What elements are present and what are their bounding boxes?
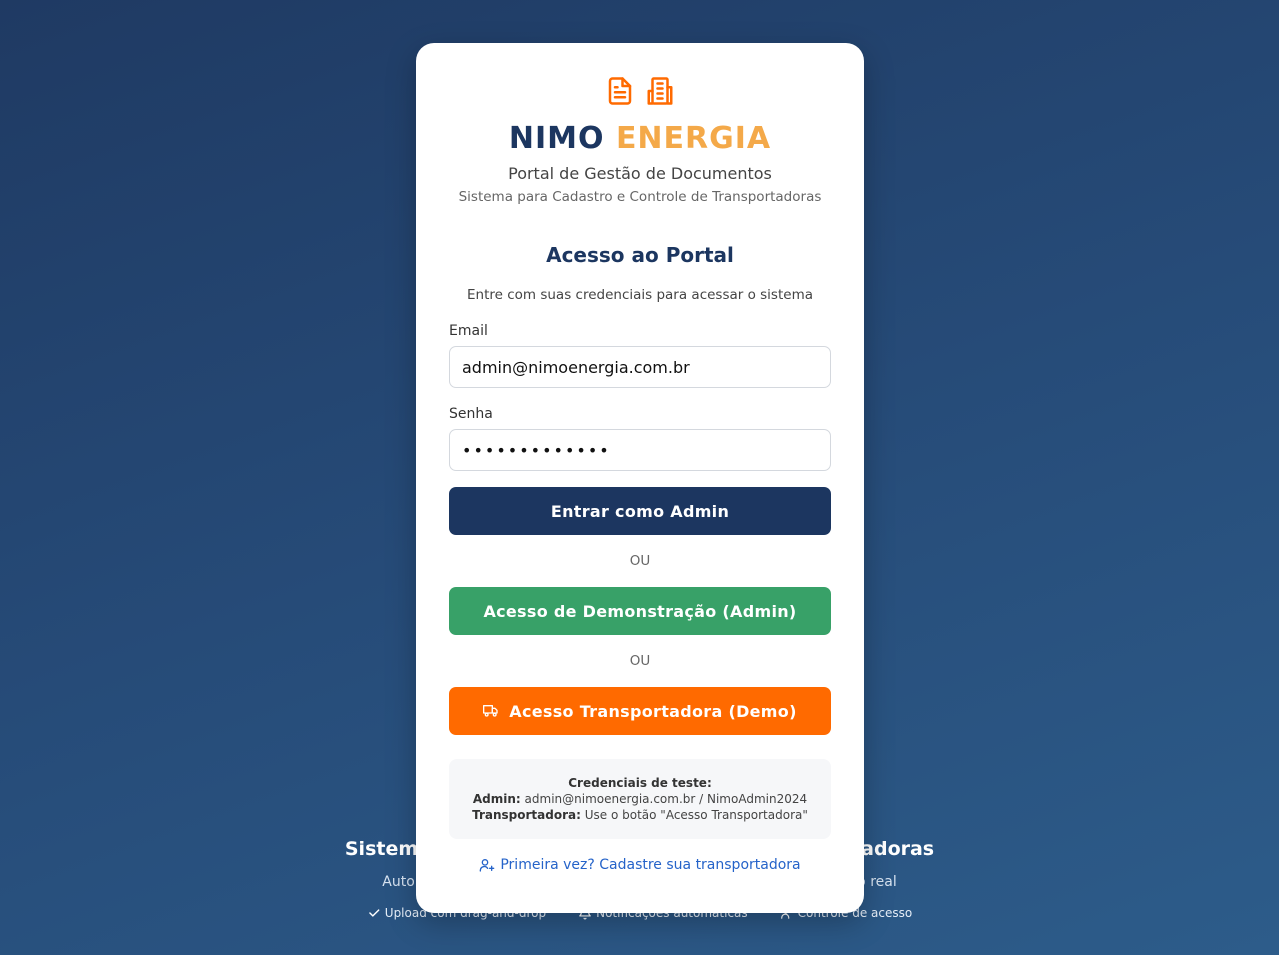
user-plus-icon (480, 859, 495, 872)
demo-admin-button[interactable]: Acesso de Demonstração (Admin) (449, 587, 831, 635)
credentials-carrier-label: Transportadora: (472, 808, 581, 822)
login-card: NIMO ENERGIA Portal de Gestão de Documen… (416, 43, 864, 913)
credentials-title: Credenciais de teste: (568, 776, 712, 790)
or-divider: OU (629, 653, 651, 669)
register-link-label: Primeira vez? Cadastre sua transportador… (500, 857, 801, 873)
credentials-carrier-value: Use o botão "Acesso Transportadora" (584, 808, 808, 822)
truck-icon (483, 705, 498, 717)
register-carrier-link[interactable]: Primeira vez? Cadastre sua transportador… (449, 857, 831, 873)
carrier-button-label: Acesso Transportadora (Demo) (509, 701, 797, 721)
carrier-demo-button[interactable]: Acesso Transportadora (Demo) (449, 687, 831, 735)
document-icon (608, 77, 632, 105)
brand-title: NIMO ENERGIA (449, 121, 831, 157)
credentials-admin-label: Admin: (472, 792, 521, 806)
building-icon (647, 77, 673, 105)
check-icon (368, 909, 380, 917)
brand-accent: ENERGIA (615, 121, 772, 156)
brand-primary: NIMO (508, 121, 605, 156)
access-description: Entre com suas credenciais para acessar … (466, 287, 813, 303)
email-label: Email (449, 323, 488, 339)
credentials-admin-value: admin@nimoenergia.com.br / NimoAdmin2024 (524, 792, 808, 806)
or-divider: OU (629, 553, 651, 569)
logo-icons (449, 75, 831, 109)
password-label: Senha (449, 406, 493, 422)
access-title: Acesso ao Portal (546, 243, 734, 267)
login-admin-button[interactable]: Entrar como Admin (449, 487, 831, 535)
password-field[interactable] (449, 429, 831, 471)
email-field[interactable] (449, 346, 831, 388)
portal-title: Portal de Gestão de Documentos (508, 164, 772, 183)
portal-subtitle: Sistema para Cadastro e Controle de Tran… (458, 189, 822, 205)
test-credentials-box: Credenciais de teste: Admin: admin@nimoe… (449, 759, 831, 839)
